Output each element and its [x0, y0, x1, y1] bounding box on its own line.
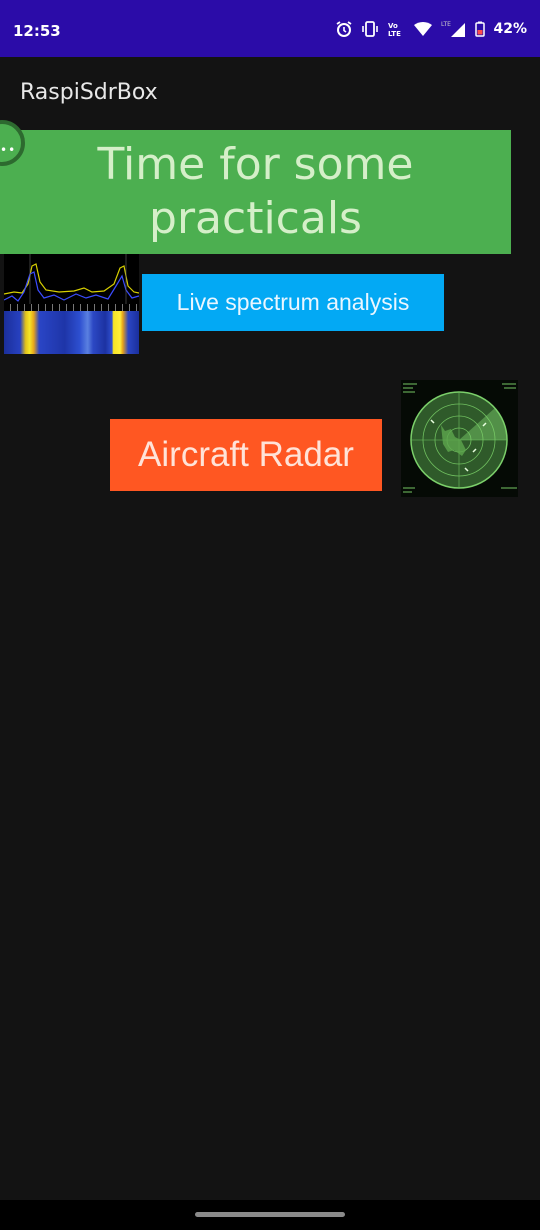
- status-bar: 12:53 Vo LTE LTE 42%: [0, 0, 540, 57]
- wifi-icon: [413, 20, 433, 38]
- alarm-icon: [335, 20, 353, 38]
- status-time: 12:53: [13, 22, 61, 40]
- svg-text:LTE: LTE: [388, 30, 401, 38]
- live-spectrum-button[interactable]: Live spectrum analysis: [142, 274, 444, 331]
- app-title: RaspiSdrBox: [20, 80, 158, 105]
- spectrum-image: [4, 254, 139, 354]
- aircraft-radar-button[interactable]: Aircraft Radar: [110, 419, 382, 491]
- vibrate-icon: [361, 20, 379, 38]
- more-dots-icon: ••: [0, 143, 17, 157]
- network-label: LTE: [441, 21, 451, 28]
- svg-text:Vo: Vo: [388, 22, 398, 30]
- battery-icon: [475, 21, 486, 37]
- status-icons: Vo LTE LTE 42%: [335, 18, 527, 40]
- practicals-banner: Time for some practicals: [0, 130, 511, 254]
- signal-icon: LTE: [441, 19, 467, 39]
- battery-percent: 42%: [493, 21, 527, 37]
- home-gesture-handle[interactable]: [195, 1212, 345, 1217]
- radar-image: [401, 380, 518, 497]
- volte-icon: Vo LTE: [387, 20, 405, 38]
